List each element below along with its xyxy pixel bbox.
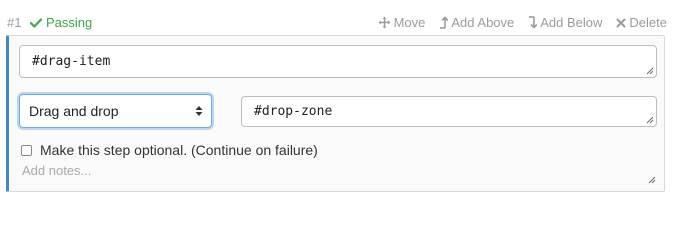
delete-button[interactable]: Delete	[616, 15, 667, 30]
add-above-label: Add Above	[451, 15, 515, 30]
status-badge: Passing	[30, 15, 92, 30]
arrow-up-icon	[440, 16, 449, 29]
action-select-value: Drag and drop	[29, 103, 119, 119]
notes-textarea[interactable]: Add notes...	[22, 163, 91, 178]
select-arrows-icon	[195, 106, 203, 116]
delete-label: Delete	[629, 15, 667, 30]
step-number: #1	[7, 15, 22, 30]
target-value: #drop-zone	[254, 104, 333, 119]
target-input[interactable]: #drop-zone	[241, 96, 657, 127]
resize-grip-icon[interactable]	[646, 67, 654, 75]
status-label: Passing	[46, 15, 93, 30]
selector-value: #drag-item	[32, 54, 111, 69]
resize-grip-icon[interactable]	[646, 116, 654, 124]
arrow-down-icon	[529, 16, 538, 29]
step-actions: Move Add Above Add Below Delete	[378, 15, 667, 30]
optional-checkbox[interactable]	[21, 144, 32, 156]
resize-grip-icon[interactable]	[648, 176, 656, 184]
selector-input[interactable]: #drag-item	[19, 45, 657, 78]
move-icon	[378, 16, 391, 29]
close-icon	[616, 18, 626, 27]
add-below-label: Add Below	[540, 15, 603, 30]
optional-step-row[interactable]: Make this step optional. (Continue on fa…	[21, 142, 318, 158]
step-card: #drag-item Drag and drop #drop-zone Make…	[6, 35, 665, 192]
add-above-button[interactable]: Add Above	[439, 15, 514, 30]
action-select[interactable]: Drag and drop	[19, 94, 212, 128]
check-icon	[30, 17, 42, 28]
add-below-button[interactable]: Add Below	[528, 15, 602, 30]
move-label: Move	[393, 15, 426, 30]
move-button[interactable]: Move	[378, 15, 426, 30]
optional-label: Make this step optional. (Continue on fa…	[40, 142, 318, 158]
